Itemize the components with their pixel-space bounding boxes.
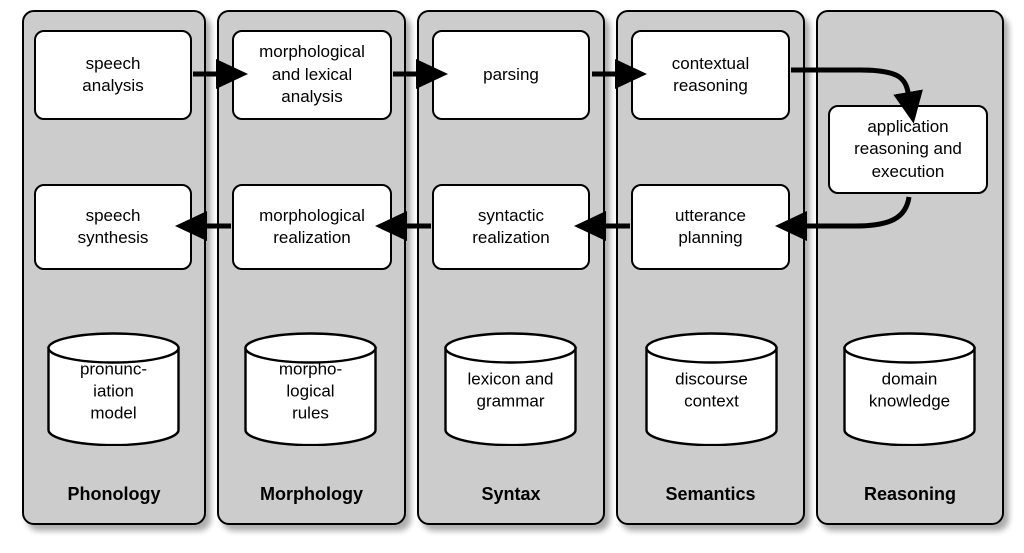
process-box-application-reasoning-and-execution-label: application reasoning and execution <box>854 116 962 181</box>
cylinder-icon <box>244 332 377 446</box>
column-caption-reasoning: Reasoning <box>863 484 956 504</box>
process-box-utterance-planning-label: utterance planning <box>675 205 746 247</box>
process-box-parsing[interactable]: parsing <box>432 30 590 120</box>
process-box-morphological-and-lexical-analysis-label: morphological and lexical analysis <box>259 42 365 107</box>
cylinder-icon <box>444 332 577 446</box>
process-box-parsing-label: parsing <box>483 64 539 84</box>
process-box-speech-analysis[interactable]: speech analysis <box>34 30 192 120</box>
datastore-discourse-context[interactable]: discourse context <box>645 332 778 446</box>
process-box-speech-synthesis[interactable]: speech synthesis <box>34 184 192 270</box>
column-caption-morphology: Morphology <box>260 484 363 504</box>
process-box-morphological-realization[interactable]: morphological realization <box>232 184 392 270</box>
process-box-morphological-and-lexical-analysis[interactable]: morphological and lexical analysis <box>232 30 392 120</box>
process-box-contextual-reasoning-label: contextual reasoning <box>671 53 750 95</box>
cylinder-icon <box>843 332 976 446</box>
diagram-canvas: speech analysis morphological and lexical a… <box>0 0 1024 553</box>
column-caption-semantics: Semantics <box>665 484 756 504</box>
datastore-lexicon-and-grammar[interactable]: lexicon and grammar <box>444 332 577 446</box>
process-box-utterance-planning[interactable]: utterance planning <box>631 184 790 270</box>
cylinder-icon <box>645 332 778 446</box>
column-panel-reasoning <box>816 10 1004 525</box>
process-box-speech-synthesis-label: speech synthesis <box>77 205 149 247</box>
cylinder-icon <box>47 332 180 446</box>
process-box-syntactic-realization[interactable]: syntactic realization <box>432 184 590 270</box>
datastore-pronunciation-model[interactable]: pronunc-iation model <box>47 332 180 446</box>
datastore-domain-knowledge[interactable]: domain knowledge <box>843 332 976 446</box>
column-caption-syntax: Syntax <box>481 484 541 504</box>
column-caption-phonology: Phonology <box>67 484 161 504</box>
process-box-syntactic-realization-label: syntactic realization <box>472 205 550 247</box>
process-box-application-reasoning-and-execution[interactable]: application reasoning and execution <box>828 105 988 194</box>
process-box-contextual-reasoning[interactable]: contextual reasoning <box>631 30 790 120</box>
process-box-morphological-realization-label: morphological realization <box>259 205 365 247</box>
process-box-speech-analysis-label: speech analysis <box>82 53 144 95</box>
datastore-morphological-rules[interactable]: morpho-logical rules <box>244 332 377 446</box>
